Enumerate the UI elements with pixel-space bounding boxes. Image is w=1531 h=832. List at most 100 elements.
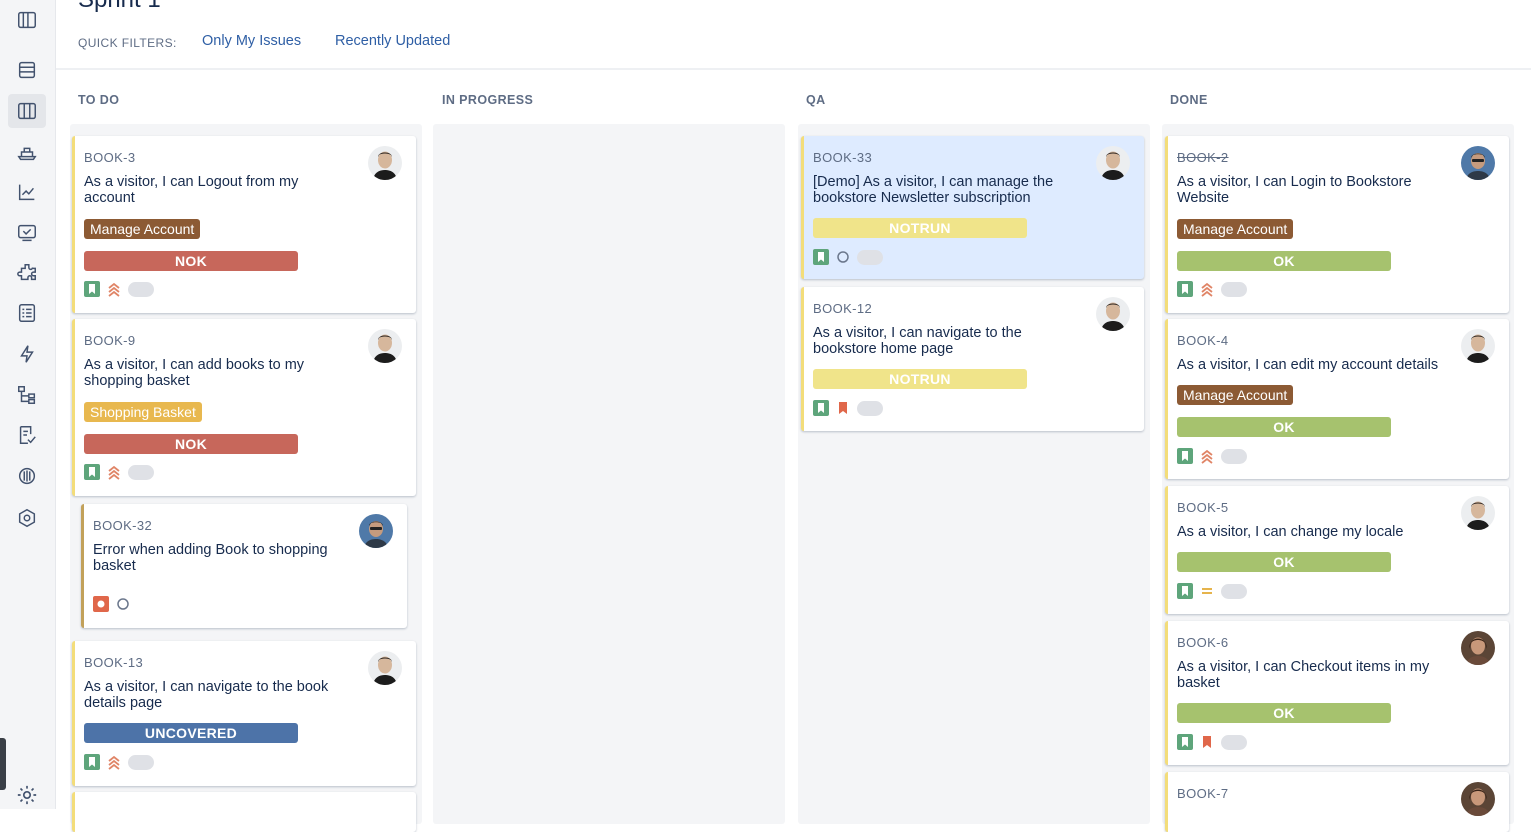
story-icon xyxy=(1177,583,1193,599)
card-footer xyxy=(84,463,154,481)
estimate-pill xyxy=(128,754,154,770)
assignee-avatar[interactable] xyxy=(1461,329,1495,363)
story-icon xyxy=(84,754,100,770)
coverage-icon[interactable] xyxy=(8,459,46,493)
issue-key[interactable]: BOOK-2 xyxy=(1177,150,1229,165)
issue-key[interactable]: BOOK-5 xyxy=(1177,500,1229,515)
highest-priority-icon xyxy=(106,464,122,480)
issue-key[interactable]: BOOK-33 xyxy=(813,150,872,165)
issue-card[interactable]: BOOK-32 Error when adding Book to shoppi… xyxy=(81,504,407,628)
board-icon[interactable] xyxy=(8,94,46,128)
assignee-avatar[interactable] xyxy=(359,514,393,548)
card-footer xyxy=(84,753,154,771)
quick-filters-label: QUICK FILTERS: xyxy=(78,36,177,50)
issue-key[interactable]: BOOK-13 xyxy=(84,655,143,670)
estimate-pill xyxy=(857,400,883,416)
column-title-in-progress: IN PROGRESS xyxy=(442,93,534,107)
issue-card[interactable]: BOOK-2 As a visitor, I can Login to Book… xyxy=(1165,136,1509,313)
issue-card[interactable]: BOOK-9 As a visitor, I can add books to … xyxy=(72,319,416,496)
story-icon xyxy=(813,400,829,416)
test-plan-icon[interactable] xyxy=(8,296,46,330)
assignee-avatar[interactable] xyxy=(1461,146,1495,180)
releases-icon[interactable] xyxy=(8,135,46,169)
issue-card[interactable]: BOOK-5 As a visitor, I can change my loc… xyxy=(1165,486,1509,614)
bug-icon xyxy=(93,596,109,612)
assignee-avatar[interactable] xyxy=(1461,496,1495,530)
issue-key[interactable]: BOOK-6 xyxy=(1177,635,1229,650)
roadmap-icon[interactable] xyxy=(8,3,46,37)
open-status-icon xyxy=(115,596,131,612)
issue-key[interactable]: BOOK-4 xyxy=(1177,333,1229,348)
add-ons-icon[interactable] xyxy=(8,256,46,290)
issue-summary: As a visitor, I can edit my account deta… xyxy=(1177,357,1439,373)
board-main: Sprint 1 QUICK FILTERS: Only My Issues R… xyxy=(56,0,1531,832)
assignee-avatar[interactable] xyxy=(1461,631,1495,665)
issue-summary: [Demo] As a visitor, I can manage the bo… xyxy=(813,174,1054,206)
issue-summary: As a visitor, I can Logout from my accou… xyxy=(84,174,299,206)
card-footer xyxy=(1177,447,1247,465)
highest-priority-icon xyxy=(106,281,122,297)
flag-icon xyxy=(1199,734,1215,750)
issue-key[interactable]: BOOK-9 xyxy=(84,333,136,348)
test-status-badge: NOTRUN xyxy=(813,218,1027,238)
project-sidebar xyxy=(0,0,56,809)
issue-key[interactable]: BOOK-3 xyxy=(84,150,136,165)
story-icon xyxy=(1177,734,1193,750)
estimate-pill xyxy=(1221,583,1247,599)
test-status-badge: UNCOVERED xyxy=(84,723,298,743)
assignee-avatar[interactable] xyxy=(368,651,402,685)
filter-recently-updated[interactable]: Recently Updated xyxy=(335,33,450,49)
medium-priority-icon xyxy=(1199,583,1215,599)
assignee-avatar[interactable] xyxy=(1461,782,1495,816)
backlog-icon[interactable] xyxy=(8,53,46,87)
card-footer xyxy=(1177,582,1247,600)
automation-icon[interactable] xyxy=(8,337,46,371)
assignee-avatar[interactable] xyxy=(1096,297,1130,331)
story-icon xyxy=(84,281,100,297)
estimate-pill xyxy=(128,281,154,297)
test-runs-icon[interactable] xyxy=(8,418,46,452)
epic-label: Manage Account xyxy=(84,219,201,239)
assignee-avatar[interactable] xyxy=(1096,146,1130,180)
test-execution-icon[interactable] xyxy=(8,216,46,250)
reports-icon[interactable] xyxy=(8,175,46,209)
estimate-pill xyxy=(1221,281,1247,297)
test-status-badge: OK xyxy=(1177,703,1391,723)
assignee-avatar[interactable] xyxy=(368,146,402,180)
issue-card-partial[interactable] xyxy=(72,792,416,832)
issue-card[interactable]: BOOK-12 As a visitor, I can navigate to … xyxy=(801,287,1144,431)
component-icon[interactable] xyxy=(8,501,46,535)
test-status-badge: NOK xyxy=(84,434,298,454)
column-title-done: DONE xyxy=(1170,93,1208,107)
estimate-pill xyxy=(128,464,154,480)
issue-key[interactable]: BOOK-32 xyxy=(93,518,152,533)
issue-card-partial[interactable]: BOOK-7 xyxy=(1165,772,1509,832)
epic-label: Shopping Basket xyxy=(84,402,202,422)
open-status-icon xyxy=(835,249,851,265)
test-repository-icon[interactable] xyxy=(8,378,46,412)
issue-card[interactable]: BOOK-3 As a visitor, I can Logout from m… xyxy=(72,136,416,313)
story-icon xyxy=(813,249,829,265)
test-status-badge: NOK xyxy=(84,251,298,271)
issue-card[interactable]: BOOK-6 As a visitor, I can Checkout item… xyxy=(1165,621,1509,765)
issue-key[interactable]: BOOK-7 xyxy=(1177,786,1229,801)
test-status-badge: OK xyxy=(1177,552,1391,572)
card-footer xyxy=(93,595,131,613)
assignee-avatar[interactable] xyxy=(368,329,402,363)
sidebar-resize-handle[interactable] xyxy=(0,738,6,790)
issue-card-selected[interactable]: BOOK-33 [Demo] As a visitor, I can manag… xyxy=(801,136,1144,279)
issue-summary: As a visitor, I can add books to my shop… xyxy=(84,357,305,389)
issue-card[interactable]: BOOK-13 As a visitor, I can navigate to … xyxy=(72,641,416,786)
estimate-pill xyxy=(1221,734,1247,750)
filter-only-my-issues[interactable]: Only My Issues xyxy=(202,33,301,49)
header-divider xyxy=(56,68,1531,70)
issue-summary: Error when adding Book to shopping baske… xyxy=(93,542,328,574)
epic-label: Manage Account xyxy=(1177,219,1294,239)
issue-card[interactable]: BOOK-4 As a visitor, I can edit my accou… xyxy=(1165,319,1509,479)
highest-priority-icon xyxy=(1199,281,1215,297)
issue-key[interactable]: BOOK-12 xyxy=(813,301,872,316)
settings-gear-icon[interactable] xyxy=(8,778,46,812)
card-footer xyxy=(1177,280,1247,298)
sprint-title: Sprint 1 xyxy=(78,0,161,14)
card-footer xyxy=(813,399,883,417)
